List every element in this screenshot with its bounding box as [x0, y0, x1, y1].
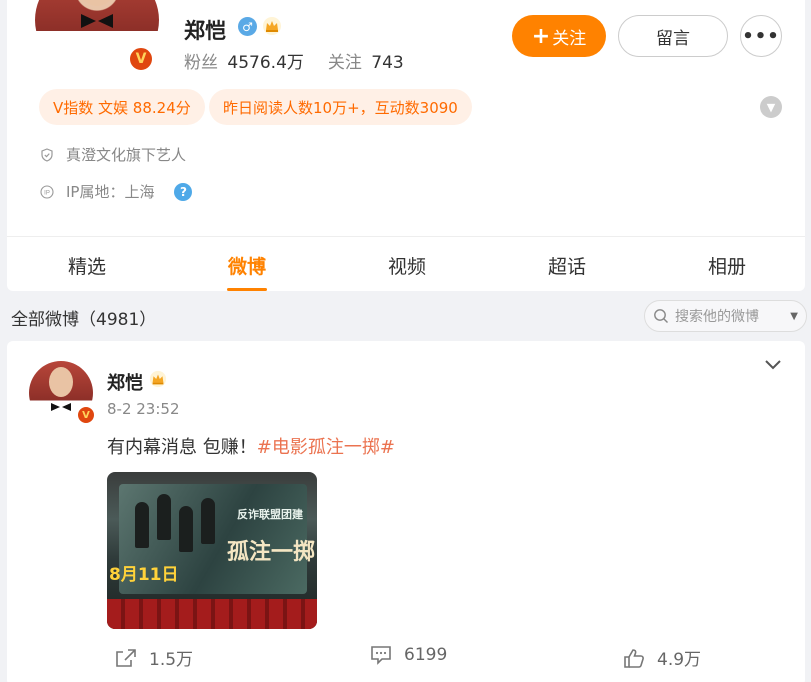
post-card: V 郑恺 8-2 23:52 有内幕消息 包赚！#电影孤注一掷# 反诈联盟团建 …	[7, 341, 805, 682]
fans-label: 粉丝	[184, 53, 218, 73]
post-text: 有内幕消息 包赚！#电影孤注一掷#	[107, 433, 395, 459]
message-button[interactable]: 留言	[618, 15, 728, 57]
like-button[interactable]: 4.9万	[623, 645, 701, 670]
poster-title: 反诈联盟团建	[237, 508, 303, 521]
post-topic-link[interactable]: #电影孤注一掷#	[257, 437, 395, 458]
profile-name: 郑恺	[184, 19, 226, 43]
profile-card: V 郑恺 ♂ 粉丝 4576.4万 关注 743 + 关注 留言 ••• V指数…	[7, 0, 805, 291]
post-search-input[interactable]: 搜索他的微博 ▼	[644, 300, 807, 332]
share-button[interactable]: 1.5万	[115, 645, 193, 670]
following-label: 关注	[327, 53, 362, 73]
verified-badge-icon: V	[128, 46, 154, 72]
avatar-bowtie	[51, 403, 71, 411]
post-timestamp[interactable]: 8-2 23:52	[107, 400, 180, 418]
share-count: 1.5万	[149, 650, 194, 670]
svg-text:IP: IP	[44, 190, 50, 196]
poster-figure	[135, 502, 149, 548]
cinema-seats	[107, 599, 317, 629]
follow-button-label: 关注	[552, 28, 587, 49]
following-stat[interactable]: 关注 743	[328, 48, 404, 73]
shield-icon	[41, 147, 53, 162]
ip-location-info: IP IP属地：上海 ?	[40, 181, 193, 202]
ip-location-icon: IP	[40, 184, 54, 199]
verified-badge-icon: V	[76, 405, 96, 425]
poster-figure	[157, 494, 171, 540]
poster-figure	[201, 498, 215, 544]
post-author-name[interactable]: 郑恺	[107, 369, 143, 395]
fans-count: 4576.4万	[227, 53, 304, 73]
active-tab-indicator	[227, 288, 267, 291]
all-posts-title: 全部微博（4981）	[11, 310, 157, 330]
comment-icon	[371, 646, 391, 665]
poster-figure	[179, 506, 193, 552]
crown-icon	[149, 370, 167, 388]
tab-featured[interactable]: 精选	[47, 252, 127, 279]
tabs-divider	[7, 236, 805, 237]
chevron-down-icon[interactable]	[764, 357, 782, 371]
agency-text: 真澄文化旗下艺人	[66, 146, 187, 164]
poster-main-title: 孤注一掷	[227, 539, 316, 565]
post-body: 有内幕消息 包赚！	[107, 437, 257, 458]
agency-info: 真澄文化旗下艺人	[40, 144, 186, 165]
tab-weibo[interactable]: 微博	[207, 252, 287, 279]
post-image[interactable]: 反诈联盟团建 孤注一掷 8月11日	[107, 472, 317, 629]
tab-album[interactable]: 相册	[687, 252, 767, 279]
fans-stat[interactable]: 粉丝 4576.4万	[184, 48, 304, 73]
avatar-face	[49, 367, 73, 397]
v-index-pill[interactable]: V指数 文娱 88.24分	[39, 89, 205, 125]
tab-video[interactable]: 视频	[367, 252, 447, 279]
comment-button[interactable]: 6199	[370, 645, 447, 665]
more-dots-icon: •••	[742, 25, 780, 47]
expand-chevron-icon[interactable]: ▼	[760, 96, 782, 118]
share-icon	[116, 648, 136, 667]
crown-icon	[263, 17, 281, 35]
poster-date: 8月11日	[109, 565, 179, 585]
follow-button[interactable]: + 关注	[512, 15, 606, 57]
thumbs-up-icon	[624, 648, 644, 668]
profile-stats: 粉丝 4576.4万 关注 743	[184, 48, 404, 73]
help-icon[interactable]: ?	[174, 182, 193, 201]
message-button-label: 留言	[656, 28, 690, 49]
ip-location-text: IP属地：上海	[66, 183, 155, 201]
search-placeholder: 搜索他的微博	[675, 309, 759, 325]
more-options-button[interactable]: •••	[740, 15, 782, 57]
reading-stats-pill[interactable]: 昨日阅读人数10万+，互动数3090	[209, 89, 472, 125]
like-count: 4.9万	[657, 650, 702, 670]
comment-count: 6199	[404, 645, 448, 665]
avatar-face	[77, 0, 117, 6]
avatar-bowtie	[81, 14, 113, 28]
dropdown-caret-icon[interactable]: ▼	[790, 311, 798, 322]
search-icon	[654, 309, 668, 323]
tab-super-topic[interactable]: 超话	[527, 252, 607, 279]
following-count: 743	[371, 53, 404, 73]
plus-icon: +	[531, 23, 551, 49]
male-icon: ♂	[238, 17, 257, 36]
